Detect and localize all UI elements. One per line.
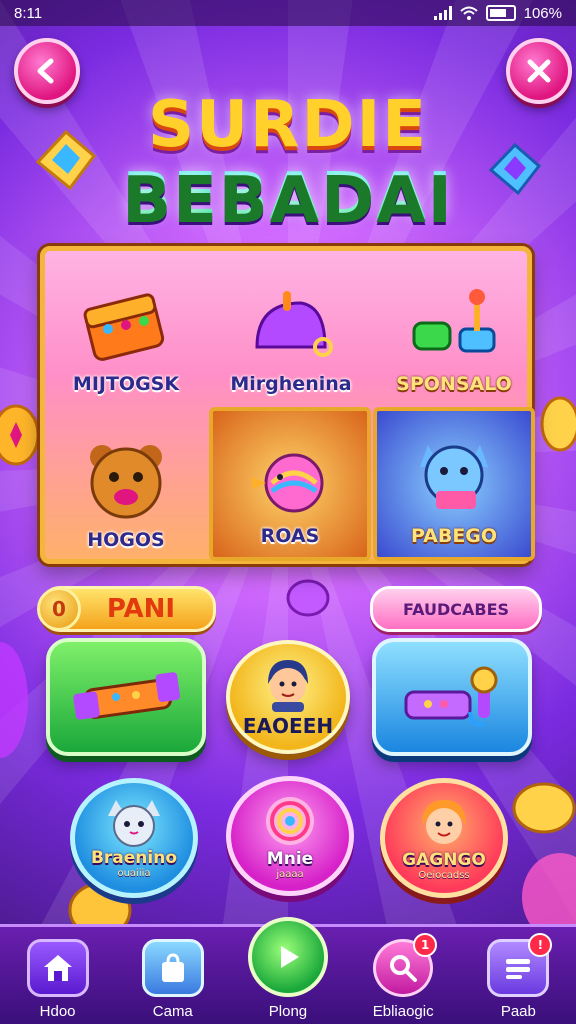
tile-label: Mirghenina [230,373,352,395]
tile-bear[interactable]: HOGOS [45,407,207,561]
decoration-coin-purple [286,579,330,617]
wifi-icon [459,6,478,20]
notification-badge: 1 [413,933,438,957]
pani-label: PANI [106,594,176,624]
avatar-label: EAOEEH [242,714,334,738]
nav-label: Hdoo [39,1003,76,1020]
tile-cat[interactable]: PABEGO [373,407,535,561]
tile-candy[interactable]: ROAS [209,407,371,561]
tile-label: SPONSALO [396,373,512,395]
tile-label: PABEGO [410,525,498,547]
tile-chest[interactable]: MIJTOGSK [45,251,207,405]
status-bar: 8:11 106% [0,0,576,26]
braenino-button[interactable]: Braenino ouaiiia [70,778,198,898]
play-icon [247,917,328,997]
helmet-icon [255,291,333,357]
signal-icon [433,6,452,20]
decoration-coin-left [0,404,40,466]
swirl-candy-icon [266,796,314,845]
status-icons: 106% [433,4,562,22]
faudcabes-label: FAUDCABES [402,599,510,619]
shop-bag-icon [141,939,204,997]
nav-label: Cama [152,1003,193,1020]
cat-icon [108,799,160,847]
avatar [268,660,308,712]
candy-bar-icon [73,672,181,720]
chest-icon [83,293,165,361]
faudcabes-button[interactable]: FAUDCABES [370,586,542,632]
battery-icon [485,5,516,21]
cat-icon [420,445,488,509]
circle-button-label: GAGNGO [402,849,486,870]
nav-label: Ebliaogic [372,1003,434,1020]
pani-banner[interactable]: 0 PANI [37,586,216,632]
mnie-button[interactable]: Mnie jaaaa [226,776,354,896]
home-icon [26,939,89,997]
puzzle-icon [527,59,551,83]
bear-icon [90,445,162,519]
tile-helmet[interactable]: Mirghenina [210,251,372,405]
decoration-disc-left [0,642,28,758]
microphone-icon [404,666,498,727]
circle-button-label: Braenino [90,847,178,868]
decoration-coin-right [540,396,576,452]
circle-button-label: Mnie [266,848,314,869]
candy-bar-button[interactable] [46,638,206,756]
microphone-button[interactable] [372,638,532,756]
tile-label: ROAS [260,525,320,547]
game-title-line2: BEBADAI [0,160,576,234]
nav-label: Paab [500,1003,536,1020]
coin-icon: 0 [37,587,81,631]
decoration-coin-bottom-right [512,782,576,834]
category-board: MIJTOGSK Mirghenina SPONSALO HOGOS ROAS … [40,246,535,564]
gagngo-button[interactable]: GAGNGO Oeiocadss [380,778,508,898]
circle-button-sub: ouaiiia [117,867,151,879]
circle-button-sub: Oeiocadss [418,869,470,881]
nav-label: Plong [268,1003,308,1020]
avatar-button[interactable]: EAOEEH [226,640,350,754]
tile-label: HOGOS [87,529,165,551]
status-time: 8:11 [14,4,43,22]
battery-percent: 106% [523,4,562,22]
tile-label: MIJTOGSK [72,373,180,395]
nav-item-home[interactable]: Hdoo [10,939,106,1020]
nav-item-cama[interactable]: Cama [125,939,221,1020]
joystick-icon [412,289,496,353]
nav-item-plong[interactable]: Plong [240,917,336,1020]
circle-button-sub: jaaaa [276,868,304,880]
back-arrow-icon [37,58,54,84]
tile-joystick[interactable]: SPONSALO [373,251,535,405]
candy-bird-icon [252,453,324,513]
bottom-nav: Hdoo Cama Plong 1 Ebliaogic ! Paab [0,917,576,1024]
nav-item-ebliaogic[interactable]: 1 Ebliaogic [355,933,451,1020]
girl-avatar-icon [422,799,466,844]
game-title-line1: SURDIE [148,88,428,162]
nav-item-paab[interactable]: ! Paab [470,933,566,1020]
